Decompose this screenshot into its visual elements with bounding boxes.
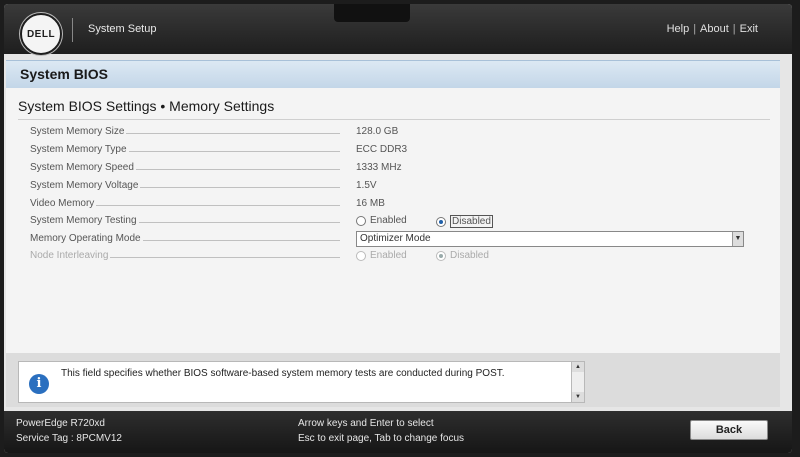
help-area: i This field specifies whether BIOS soft…	[6, 353, 780, 407]
setting-label: Node Interleaving	[30, 250, 111, 261]
setting-label: Memory Operating Mode	[30, 233, 143, 244]
setting-row-memory-testing: System Memory Testing Enabled Disabled	[30, 213, 750, 230]
exit-link[interactable]: Exit	[740, 23, 758, 35]
node-interleaving-enabled-radio: Enabled	[356, 250, 407, 261]
system-model: PowerEdge R720xd	[16, 418, 105, 429]
section-title: System BIOS Settings • Memory Settings	[18, 98, 275, 114]
memory-testing-disabled-radio[interactable]: Disabled	[436, 215, 493, 228]
chevron-down-icon[interactable]: ▼	[732, 232, 743, 246]
help-box: i This field specifies whether BIOS soft…	[18, 361, 572, 403]
settings-panel: System BIOS Settings • Memory Settings S…	[6, 88, 780, 353]
help-scrollbar[interactable]: ▲ ▼	[571, 361, 585, 403]
dell-logo: DELL	[20, 13, 62, 55]
help-text: This field specifies whether BIOS softwa…	[61, 368, 505, 379]
select-value: Optimizer Mode	[360, 233, 431, 244]
setting-row-node-interleaving: Node Interleaving Enabled Disabled	[30, 248, 750, 265]
setting-row-memory-type: System Memory Type ECC DDR3	[30, 142, 750, 159]
section-divider	[18, 119, 770, 120]
bios-screen: DELL System Setup Help | About | Exit System…	[4, 4, 792, 453]
node-interleaving-disabled-radio: Disabled	[436, 250, 489, 261]
app-title: System Setup	[88, 23, 157, 35]
radio-selected-icon	[436, 216, 446, 227]
setting-value: 1.5V	[356, 180, 377, 191]
page-title: System BIOS	[20, 66, 108, 82]
setting-label: Video Memory	[30, 198, 97, 209]
operating-mode-select[interactable]: Optimizer Mode ▼	[356, 231, 744, 247]
memory-testing-enabled-radio[interactable]: Enabled	[356, 215, 407, 226]
service-tag: Service Tag : 8PCMV12	[16, 433, 122, 444]
back-button[interactable]: Back	[690, 420, 768, 440]
setting-label: System Memory Size	[30, 126, 127, 137]
setting-row-video-memory: Video Memory 16 MB	[30, 196, 750, 213]
scroll-down-icon[interactable]: ▼	[572, 392, 584, 402]
setting-row-operating-mode: Memory Operating Mode Optimizer Mode ▼	[30, 231, 750, 248]
top-bar: DELL System Setup Help | About | Exit	[4, 4, 792, 55]
about-link[interactable]: About	[700, 23, 729, 35]
top-links: Help | About | Exit	[666, 23, 758, 35]
setting-row-memory-size: System Memory Size 128.0 GB	[30, 124, 750, 141]
footer-bar: PowerEdge R720xd Service Tag : 8PCMV12 A…	[4, 411, 792, 453]
setting-label: System Memory Type	[30, 144, 129, 155]
setting-value: 16 MB	[356, 198, 385, 209]
radio-icon	[356, 250, 366, 261]
key-hint-exit: Esc to exit page, Tab to change focus	[298, 433, 465, 444]
radio-selected-icon	[436, 250, 446, 261]
setting-row-memory-voltage: System Memory Voltage 1.5V	[30, 178, 750, 195]
camera-notch	[334, 4, 410, 22]
setting-label: System Memory Voltage	[30, 180, 141, 191]
page-title-band: System BIOS	[6, 60, 780, 89]
key-hint-select: Arrow keys and Enter to select	[298, 418, 434, 429]
info-icon: i	[29, 374, 49, 394]
radio-icon	[356, 215, 366, 226]
setting-label: System Memory Speed	[30, 162, 136, 173]
setting-value: 1333 MHz	[356, 162, 402, 173]
setting-value: 128.0 GB	[356, 126, 399, 137]
scroll-up-icon[interactable]: ▲	[572, 362, 584, 372]
help-link[interactable]: Help	[667, 23, 690, 35]
setting-row-memory-speed: System Memory Speed 1333 MHz	[30, 160, 750, 177]
setting-value: ECC DDR3	[356, 144, 408, 155]
header-divider	[72, 18, 73, 42]
setting-label: System Memory Testing	[30, 215, 139, 226]
